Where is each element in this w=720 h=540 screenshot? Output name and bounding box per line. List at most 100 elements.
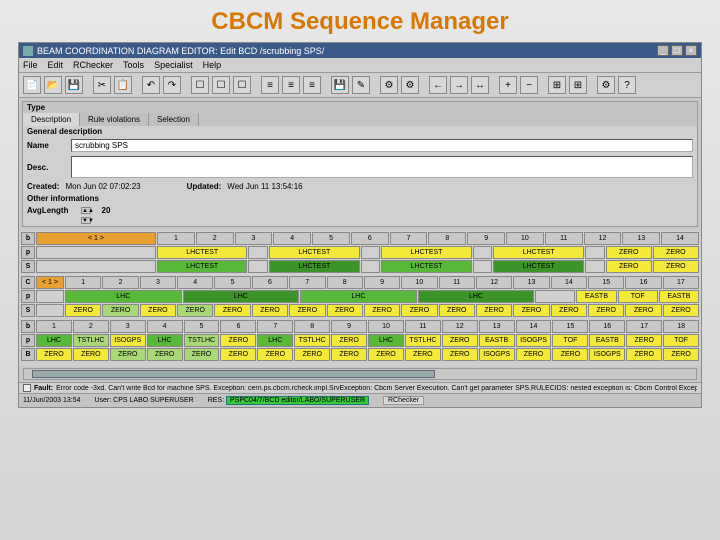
seq-cell[interactable]: LHCTEST <box>493 246 583 259</box>
minimize-button[interactable]: _ <box>657 45 669 56</box>
seq-cell[interactable]: ZERO <box>439 304 475 317</box>
seq-col-header[interactable]: 5 <box>312 232 350 245</box>
seq-col-header[interactable]: 1 <box>65 276 101 289</box>
seq-col-header[interactable]: 6 <box>220 320 256 333</box>
toolbar-button-10[interactable]: ☐ <box>191 76 209 94</box>
seq-cell[interactable]: ZERO <box>110 348 146 361</box>
seq-col-header[interactable]: 13 <box>479 320 515 333</box>
seq-cell[interactable]: LHC <box>183 290 300 303</box>
seq-col-header[interactable]: 10 <box>368 320 404 333</box>
seq-rowlabel[interactable]: S <box>21 304 35 317</box>
seq-cell[interactable]: ZERO <box>257 348 293 361</box>
seq-cell[interactable]: LHCTEST <box>493 260 583 273</box>
seq-col-header[interactable]: 16 <box>625 276 661 289</box>
seq-cell[interactable]: ZERO <box>653 260 699 273</box>
seq-cell[interactable]: LHC <box>418 290 535 303</box>
seq-cell[interactable] <box>248 246 268 259</box>
seq-col-header[interactable]: 11 <box>439 276 475 289</box>
toolbar-button-4[interactable]: ✂ <box>93 76 111 94</box>
toolbar-button-1[interactable]: 📂 <box>44 76 62 94</box>
seq-cell[interactable]: ZERO <box>405 348 441 361</box>
seq-cell[interactable]: ZERO <box>220 334 256 347</box>
tab-description[interactable]: Description <box>23 113 80 126</box>
seq-col-header[interactable]: 10 <box>506 232 544 245</box>
seq-cell[interactable]: LHC <box>257 334 293 347</box>
seq-cell[interactable]: ZERO <box>653 246 699 259</box>
toolbar-button-35[interactable]: ? <box>618 76 636 94</box>
seq-col-header[interactable]: 14 <box>661 232 699 245</box>
seq-rowlabel[interactable]: S <box>21 260 35 273</box>
seq-cell[interactable]: LHCTEST <box>381 246 471 259</box>
seq-cell[interactable]: ZERO <box>663 348 699 361</box>
seq-col-header[interactable]: 11 <box>545 232 583 245</box>
seq-cell[interactable]: EASTB <box>659 290 699 303</box>
toolbar-button-32[interactable]: ⊞ <box>569 76 587 94</box>
seq-cell[interactable]: ZERO <box>147 348 183 361</box>
seq-cell[interactable]: ZERO <box>140 304 176 317</box>
menu-tools[interactable]: Tools <box>123 60 144 70</box>
seq-cell[interactable]: ZERO <box>606 246 652 259</box>
seq-col-header[interactable]: 1 <box>36 320 72 333</box>
seq-cell[interactable]: ZERO <box>177 304 213 317</box>
toolbar-button-18[interactable]: 💾 <box>331 76 349 94</box>
close-button[interactable]: × <box>685 45 697 56</box>
seq-col-header[interactable]: 4 <box>177 276 213 289</box>
seq-cell[interactable]: ZERO <box>626 334 662 347</box>
seq-cell[interactable]: ISOGPS <box>110 334 146 347</box>
seq-cell[interactable]: TSTLHC <box>294 334 330 347</box>
seq-pad[interactable] <box>36 290 64 303</box>
seq-col-header[interactable]: 12 <box>476 276 512 289</box>
status-rchecker-button[interactable]: RChecker <box>383 396 424 405</box>
seq-col-header[interactable]: 4 <box>147 320 183 333</box>
toolbar-button-15[interactable]: ≡ <box>282 76 300 94</box>
seq-col-header[interactable]: 13 <box>513 276 549 289</box>
seq-cell[interactable]: LHC <box>65 290 182 303</box>
seq-cell[interactable]: ZERO <box>220 348 256 361</box>
seq-col-header[interactable]: 4 <box>273 232 311 245</box>
seq-cell[interactable]: ZERO <box>588 304 624 317</box>
seq-cell[interactable]: ZERO <box>626 348 662 361</box>
menu-file[interactable]: File <box>23 60 38 70</box>
seq-cell[interactable]: ZERO <box>551 304 587 317</box>
seq-col-header[interactable]: 16 <box>589 320 625 333</box>
seq-cell[interactable]: ZERO <box>331 348 367 361</box>
fault-checkbox[interactable] <box>23 384 31 392</box>
seq-col-header[interactable]: 10 <box>401 276 437 289</box>
seq-cell[interactable]: ZERO <box>214 304 250 317</box>
seq-cell[interactable]: TOF <box>663 334 699 347</box>
seq-col-header[interactable]: 3 <box>235 232 273 245</box>
horizontal-scrollbar[interactable] <box>23 368 697 380</box>
seq-col-header[interactable]: 12 <box>584 232 622 245</box>
toolbar-button-25[interactable]: → <box>450 76 468 94</box>
seq-col-header[interactable]: 5 <box>184 320 220 333</box>
seq-col-header[interactable]: 18 <box>663 320 699 333</box>
seq-cell[interactable]: LHCTEST <box>269 260 359 273</box>
menu-edit[interactable]: Edit <box>48 60 64 70</box>
seq-cell[interactable]: ZERO <box>364 304 400 317</box>
seq-rowlabel[interactable]: p <box>21 246 35 259</box>
seq-cell[interactable]: ZERO <box>625 304 661 317</box>
toolbar-button-5[interactable]: 📋 <box>114 76 132 94</box>
seq-col-header[interactable]: 2 <box>102 276 138 289</box>
seq-cell[interactable]: LHCTEST <box>157 246 247 259</box>
seq-cell[interactable]: ISOGPS <box>589 348 625 361</box>
toolbar-button-0[interactable]: 📄 <box>23 76 41 94</box>
seq-cell[interactable] <box>248 260 268 273</box>
seq-col-header[interactable]: 2 <box>196 232 234 245</box>
seq-col-header[interactable]: 3 <box>140 276 176 289</box>
seq-col-header[interactable]: 9 <box>364 276 400 289</box>
toolbar-button-24[interactable]: ← <box>429 76 447 94</box>
toolbar-button-26[interactable]: ↔ <box>471 76 489 94</box>
seq-col-header[interactable]: 15 <box>552 320 588 333</box>
seq-pad[interactable] <box>36 246 156 259</box>
seq-cell[interactable]: ZERO <box>184 348 220 361</box>
seq-cell[interactable]: ZERO <box>327 304 363 317</box>
seq-cell[interactable]: ZERO <box>442 334 478 347</box>
toolbar-button-16[interactable]: ≡ <box>303 76 321 94</box>
seq-cell[interactable]: ZERO <box>476 304 512 317</box>
menu-rchecker[interactable]: RChecker <box>73 60 113 70</box>
seq-col-header[interactable]: 14 <box>551 276 587 289</box>
seq-rowlabel[interactable]: B <box>21 348 35 361</box>
menu-specialist[interactable]: Specialist <box>154 60 193 70</box>
seq-cell[interactable]: TSTLHC <box>405 334 441 347</box>
